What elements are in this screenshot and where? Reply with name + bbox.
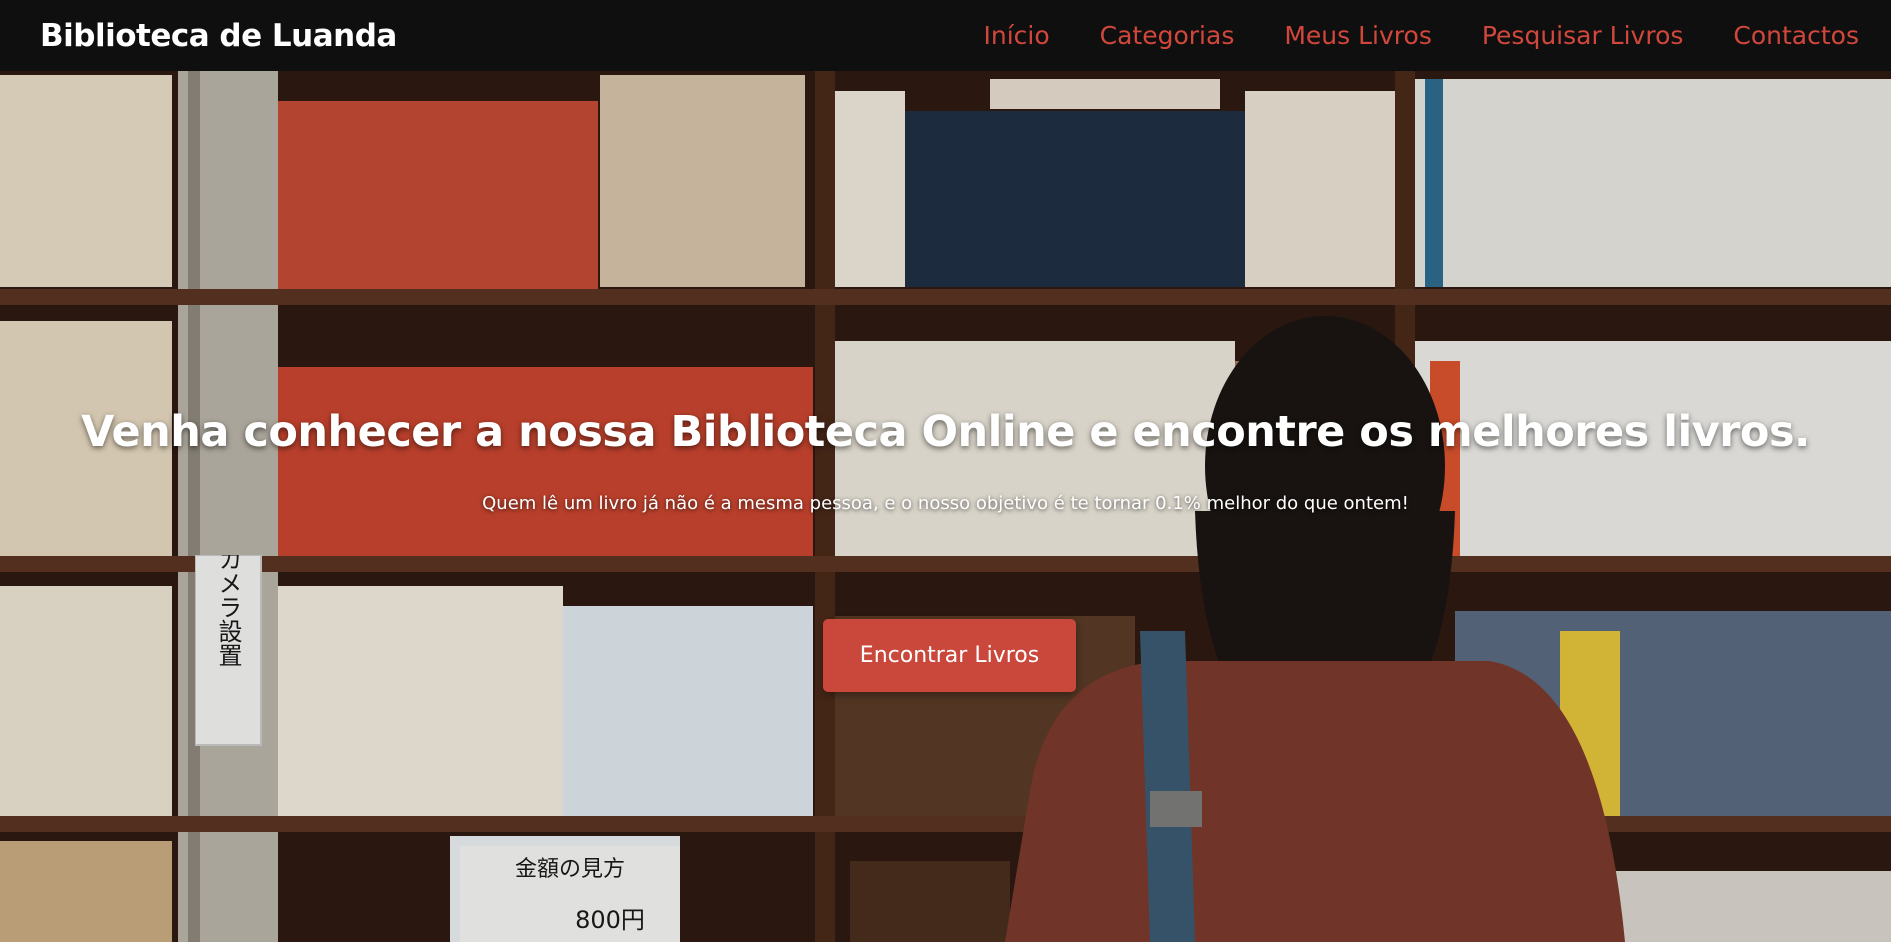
nav-link-contactos[interactable]: Contactos: [1733, 21, 1859, 50]
brand-logo[interactable]: Biblioteca de Luanda: [40, 18, 397, 54]
nav-link-inicio[interactable]: Início: [984, 21, 1050, 50]
nav-link-pesquisar-livros[interactable]: Pesquisar Livros: [1482, 21, 1684, 50]
nav-link-categorias[interactable]: Categorias: [1100, 21, 1235, 50]
find-books-button[interactable]: Encontrar Livros: [823, 619, 1076, 692]
nav-links: Início Categorias Meus Livros Pesquisar …: [984, 21, 1860, 50]
hero-section: 防犯カメラ設置 金額の見方 800円 Venha conhecer a noss…: [0, 71, 1891, 942]
top-navbar: Biblioteca de Luanda Início Categorias M…: [0, 0, 1891, 71]
hero-title: Venha conhecer a nossa Biblioteca Online…: [81, 407, 1810, 457]
nav-link-meus-livros[interactable]: Meus Livros: [1284, 21, 1432, 50]
hero-subtitle: Quem lê um livro já não é a mesma pessoa…: [482, 493, 1409, 514]
